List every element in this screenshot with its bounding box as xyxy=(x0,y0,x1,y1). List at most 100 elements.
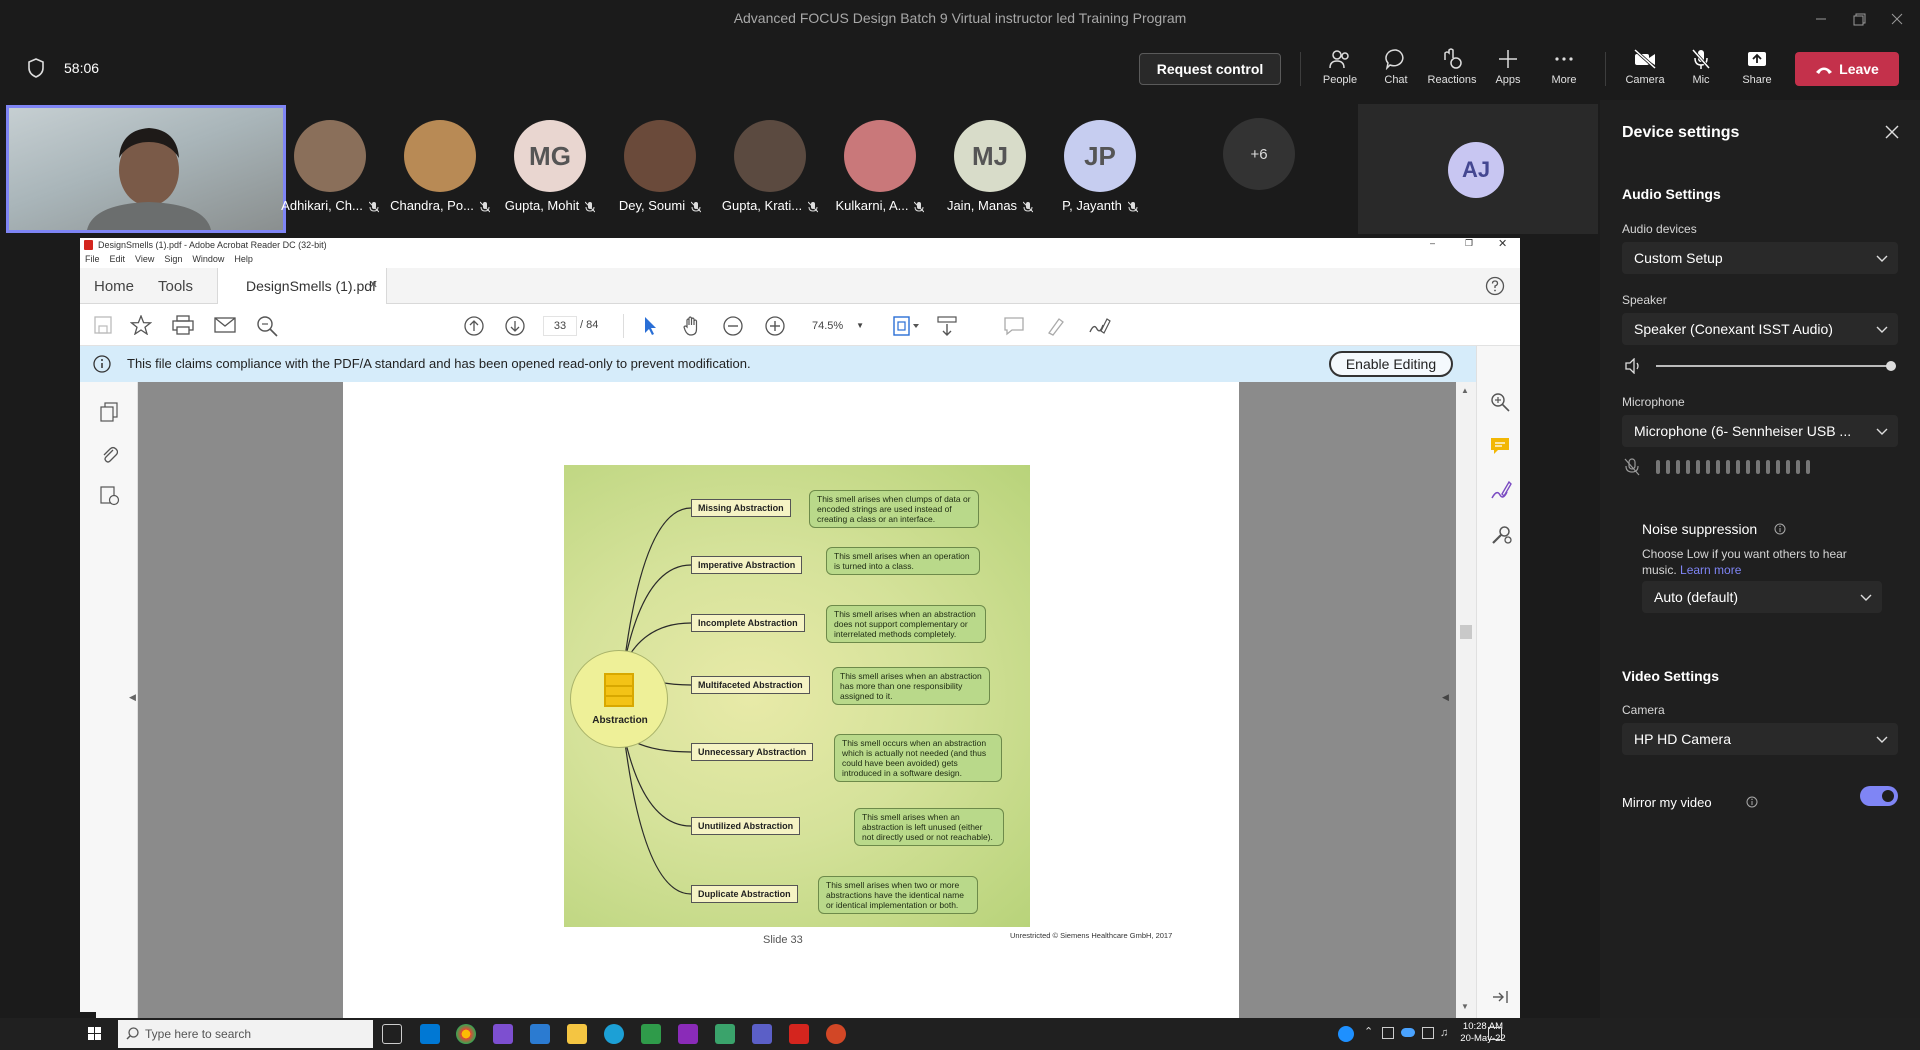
fit-page-icon[interactable] xyxy=(892,315,920,337)
notifications-icon[interactable] xyxy=(1488,1027,1502,1040)
camera-button[interactable]: Camera xyxy=(1618,48,1672,96)
search-icon[interactable] xyxy=(256,315,278,337)
outlook-icon[interactable] xyxy=(420,1024,440,1044)
menu-item-edit[interactable]: Edit xyxy=(110,254,126,264)
participant-7[interactable]: JP P, Jayanth xyxy=(1050,120,1150,213)
email-icon[interactable] xyxy=(214,315,236,335)
sign-icon[interactable] xyxy=(1087,315,1111,337)
volume-tray-icon[interactable]: ♫ xyxy=(1440,1027,1448,1039)
speaker-volume-slider[interactable] xyxy=(1656,361,1897,371)
comment-tool-icon[interactable] xyxy=(1490,436,1510,456)
onenote-icon[interactable] xyxy=(678,1024,698,1044)
share-button[interactable]: Share xyxy=(1730,48,1784,96)
teams-icon[interactable] xyxy=(752,1024,772,1044)
acrobat-taskbar-icon[interactable] xyxy=(789,1024,809,1044)
participant-6[interactable]: MJ Jain, Manas xyxy=(940,120,1040,213)
zoom-out-icon[interactable] xyxy=(722,315,744,337)
file-explorer-icon[interactable] xyxy=(567,1024,587,1044)
close-window-icon[interactable]: ✕ xyxy=(1498,237,1507,250)
fill-sign-icon[interactable] xyxy=(1490,480,1512,502)
people-button[interactable]: People xyxy=(1313,48,1367,96)
highlight-pen-icon[interactable] xyxy=(1045,315,1067,337)
leave-button[interactable]: Leave xyxy=(1795,52,1899,86)
more-button[interactable]: More xyxy=(1537,48,1591,96)
restore-icon[interactable]: ❐ xyxy=(1465,238,1473,249)
microphone-dropdown[interactable]: Microphone (6- Sennheiser USB ... xyxy=(1622,415,1898,447)
battery-icon[interactable] xyxy=(1422,1027,1434,1039)
scroll-mode-icon[interactable] xyxy=(936,315,958,337)
reactions-button[interactable]: Reactions xyxy=(1425,48,1479,96)
tab-tools[interactable]: Tools xyxy=(158,278,193,295)
powerpoint-icon[interactable] xyxy=(826,1024,846,1044)
zoom-level-dropdown[interactable]: 74.5% ▼ xyxy=(802,316,868,336)
more-tools-icon[interactable] xyxy=(1490,524,1512,546)
save-icon[interactable] xyxy=(93,315,113,335)
info-icon[interactable] xyxy=(1746,796,1758,808)
participant-0[interactable]: Adhikari, Ch... xyxy=(280,120,380,213)
participant-4[interactable]: Gupta, Krati... xyxy=(720,120,820,213)
chat-button[interactable]: Chat xyxy=(1369,48,1423,96)
chrome-icon[interactable] xyxy=(456,1024,476,1044)
windows-start-icon[interactable] xyxy=(88,1027,102,1041)
audio-devices-dropdown[interactable]: Custom Setup xyxy=(1622,242,1898,274)
close-tab-icon[interactable]: ✕ xyxy=(369,278,378,291)
mirror-video-toggle[interactable] xyxy=(1860,786,1898,806)
enable-editing-button[interactable]: Enable Editing xyxy=(1329,351,1453,377)
apps-button[interactable]: Apps xyxy=(1481,48,1535,96)
learn-more-link[interactable]: Learn more xyxy=(1680,563,1741,577)
participant-3[interactable]: Dey, Soumi xyxy=(610,120,710,213)
star-icon[interactable] xyxy=(130,315,152,335)
previous-page-icon[interactable] xyxy=(463,315,485,337)
zoom-in-icon[interactable] xyxy=(764,315,786,337)
participant-tile-aj[interactable]: AJ xyxy=(1358,104,1598,234)
taskbar-search-input[interactable]: Type here to search xyxy=(118,1020,373,1048)
page-thumbnails-icon[interactable] xyxy=(100,402,118,422)
participant-2[interactable]: MG Gupta, Mohit xyxy=(500,120,600,213)
camera-dropdown[interactable]: HP HD Camera xyxy=(1622,723,1898,755)
task-view-icon[interactable] xyxy=(382,1024,402,1044)
network-icon[interactable] xyxy=(1382,1027,1394,1039)
vscode-icon[interactable] xyxy=(530,1024,550,1044)
next-page-icon[interactable] xyxy=(504,315,526,337)
collapse-left-icon[interactable]: ◀ xyxy=(129,692,136,703)
help-icon[interactable] xyxy=(1485,276,1505,296)
hand-tool-icon[interactable] xyxy=(681,315,703,337)
help-tray-icon[interactable] xyxy=(1338,1026,1354,1042)
tab-home[interactable]: Home xyxy=(94,278,134,295)
chevron-up-icon[interactable]: ⌃ xyxy=(1364,1025,1373,1038)
page-number-input[interactable]: 33 xyxy=(543,316,577,336)
collapse-right-icon[interactable]: ◀ xyxy=(1442,692,1449,703)
expand-panel-icon[interactable] xyxy=(1491,989,1509,1005)
info-icon[interactable] xyxy=(1774,523,1786,535)
protected-document-icon[interactable] xyxy=(100,486,120,506)
visual-studio-icon[interactable] xyxy=(493,1024,513,1044)
menu-item-help[interactable]: Help xyxy=(234,254,253,264)
vertical-scrollbar[interactable]: ▲ ▼ xyxy=(1456,382,1476,1018)
scroll-down-icon[interactable]: ▼ xyxy=(1461,1002,1469,1011)
zoom-search-icon[interactable] xyxy=(1490,392,1510,412)
select-cursor-icon[interactable] xyxy=(639,315,659,337)
print-icon[interactable] xyxy=(172,315,194,335)
overflow-participants[interactable]: +6 xyxy=(1223,118,1295,190)
participant-1[interactable]: Chandra, Po... xyxy=(390,120,490,213)
excel-icon[interactable] xyxy=(641,1024,661,1044)
close-icon[interactable] xyxy=(1884,124,1900,140)
menu-item-window[interactable]: Window xyxy=(192,254,224,264)
menu-item-view[interactable]: View xyxy=(135,254,154,264)
scrollbar-thumb[interactable] xyxy=(1460,625,1472,639)
system-clock[interactable]: 10:28 AM 20-May-22 xyxy=(1452,1021,1514,1045)
self-video-tile[interactable] xyxy=(6,105,286,233)
attachment-icon[interactable] xyxy=(100,444,118,464)
noise-suppression-dropdown[interactable]: Auto (default) xyxy=(1642,581,1882,613)
comment-icon[interactable] xyxy=(1003,315,1025,337)
speaker-dropdown[interactable]: Speaker (Conexant ISST Audio) xyxy=(1622,313,1898,345)
menu-item-file[interactable]: File xyxy=(85,254,100,264)
close-window-icon[interactable] xyxy=(1886,8,1908,30)
menu-item-sign[interactable]: Sign xyxy=(164,254,182,264)
scroll-up-icon[interactable]: ▲ xyxy=(1461,386,1469,395)
request-control-button[interactable]: Request control xyxy=(1139,53,1281,85)
app-icon[interactable] xyxy=(715,1024,735,1044)
tab-document[interactable]: DesignSmells (1).pdf ✕ xyxy=(217,268,387,304)
minimize-icon[interactable] xyxy=(1810,8,1832,30)
minimize-icon[interactable]: – xyxy=(1430,238,1435,248)
